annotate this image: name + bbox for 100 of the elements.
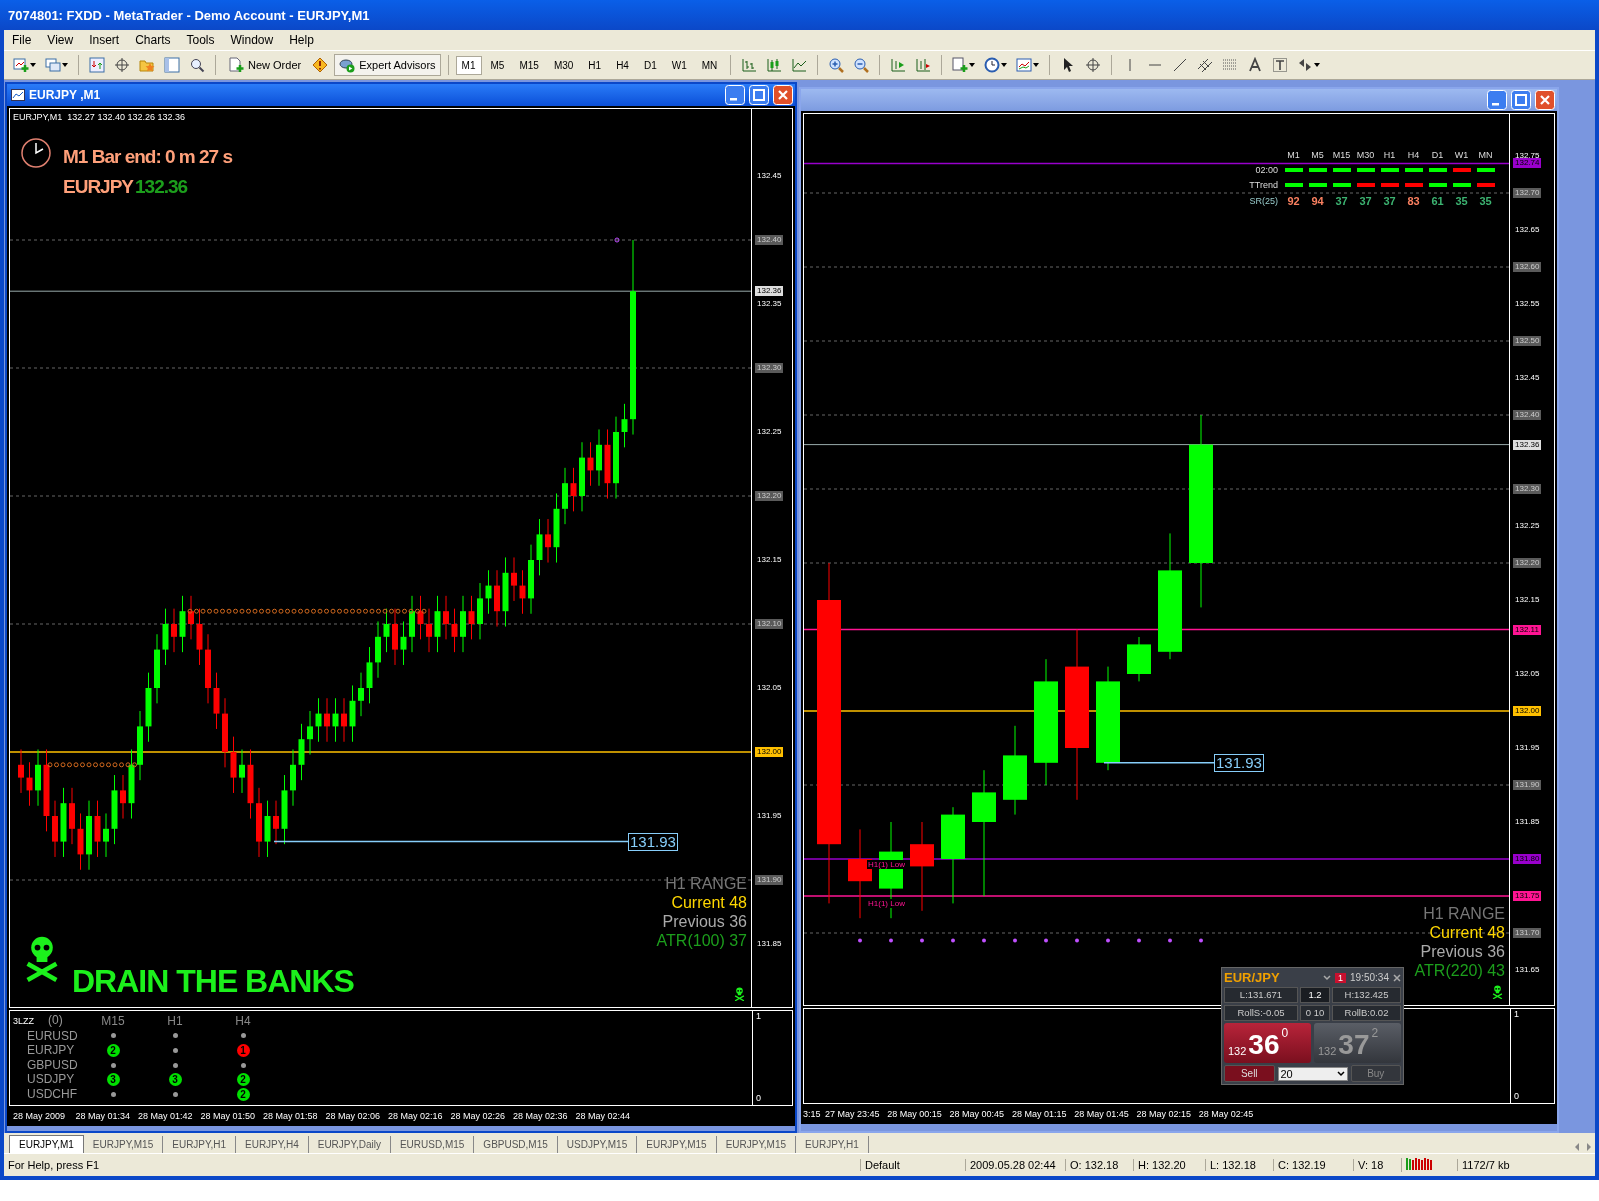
candle: [596, 428, 602, 487]
clock-icon[interactable]: [984, 57, 1001, 73]
bar-chart-icon[interactable]: [741, 57, 758, 73]
range-title: H1 RANGE: [1423, 904, 1505, 923]
time-label: 28 May 02:36: [513, 1111, 569, 1121]
price-label: 132.75: [1514, 151, 1541, 160]
price-label: 131.80: [1513, 854, 1542, 864]
minimize-button[interactable]: [1487, 90, 1507, 110]
signal-dot: [172, 1062, 178, 1068]
close-button[interactable]: [773, 85, 793, 105]
signal-dot: [172, 1091, 178, 1097]
candle: [621, 403, 628, 448]
high-price: H: 132.20: [1133, 1159, 1205, 1171]
folder-star-icon[interactable]: [139, 57, 155, 73]
candle: [290, 748, 296, 807]
candle: [205, 633, 211, 704]
panel-symbol: EUR/JPY: [1224, 970, 1281, 985]
price-label: 131.90: [1513, 780, 1542, 790]
zoom-out-icon[interactable]: [853, 57, 870, 73]
close-icon[interactable]: [1393, 973, 1401, 982]
high-price: H:132.425: [1332, 987, 1401, 1003]
menu-item[interactable]: Charts: [127, 33, 179, 47]
price-label: 132.55: [1514, 299, 1541, 309]
chart-tab[interactable]: EURJPY,M1: [9, 1135, 84, 1153]
candle: [375, 620, 381, 679]
label-icon[interactable]: [1272, 57, 1289, 73]
candle: [239, 748, 245, 794]
sell-button[interactable]: Sell: [1224, 1065, 1275, 1082]
chart-plus-icon[interactable]: [13, 57, 29, 73]
candle: [485, 569, 492, 615]
timeframe-button[interactable]: H4: [610, 55, 635, 75]
menu-item[interactable]: File: [4, 33, 40, 47]
candle: [111, 774, 118, 845]
timeframe-button[interactable]: MN: [695, 55, 724, 75]
minimize-button[interactable]: [725, 85, 745, 105]
candle: [451, 608, 458, 653]
candle: [570, 467, 577, 512]
crosshair-icon[interactable]: [114, 57, 130, 73]
low-price: L:131.671: [1224, 987, 1298, 1003]
candle: [52, 800, 58, 858]
menu-item[interactable]: Insert: [81, 33, 128, 47]
candle: [604, 428, 611, 500]
candle: [392, 608, 398, 666]
lot-size-select[interactable]: 20: [1277, 1066, 1348, 1081]
candle: [400, 620, 407, 666]
menu-item[interactable]: View: [39, 33, 82, 47]
crosshair-icon[interactable]: [1085, 57, 1102, 73]
arrows-icon[interactable]: [89, 57, 105, 73]
price-label: 132.05: [756, 683, 783, 693]
line-chart-icon[interactable]: [791, 57, 808, 73]
document-plus-icon: [228, 57, 244, 73]
channel-icon[interactable]: [1197, 57, 1214, 73]
candle: [60, 787, 67, 858]
symbol-name: EURUSD: [26, 1028, 79, 1044]
traffic: 1172/7 kb: [1457, 1159, 1595, 1171]
triangle-icon[interactable]: [1247, 57, 1264, 73]
candlestick-icon[interactable]: [766, 57, 783, 73]
price-label: 132.25: [756, 427, 783, 437]
maximize-button[interactable]: [749, 85, 769, 105]
timeframe-button[interactable]: H1: [582, 55, 608, 75]
timeframe-button[interactable]: M15: [513, 55, 545, 75]
menu-item[interactable]: Window: [222, 33, 282, 47]
maximize-button[interactable]: [1511, 90, 1531, 110]
magnifier-icon[interactable]: [189, 57, 205, 73]
indicator-count: (0): [48, 1013, 63, 1027]
connection-bars-icon: [1406, 1158, 1434, 1170]
caret-icon[interactable]: [1033, 63, 1040, 67]
chevron-icon[interactable]: [1323, 974, 1332, 981]
price-label: 131.75: [1513, 891, 1542, 901]
chart-shift-icon[interactable]: [890, 57, 907, 73]
autoscroll-icon[interactable]: [915, 57, 932, 73]
timeframe-button[interactable]: W1: [665, 55, 693, 75]
clock-icon: [20, 137, 52, 169]
trendline-icon[interactable]: [1172, 57, 1189, 73]
timeframe-button[interactable]: D1: [637, 55, 663, 75]
caret-icon[interactable]: [1001, 63, 1008, 67]
new-order-button[interactable]: New Order: [223, 54, 307, 76]
menu-item[interactable]: Help: [281, 33, 322, 47]
time-label: 28 May 01:45: [1074, 1109, 1130, 1119]
timeframe-button[interactable]: M1: [455, 55, 482, 75]
zoom-in-icon[interactable]: [828, 57, 845, 73]
caret-icon[interactable]: [1336, 1070, 1345, 1077]
menu-item[interactable]: Tools: [178, 33, 223, 47]
timeframe-button[interactable]: M5: [484, 55, 511, 75]
caret-icon[interactable]: [969, 63, 976, 67]
panel-time: 19:50:34: [1350, 972, 1389, 983]
price-label: 132.25: [1514, 521, 1541, 531]
caret-icon[interactable]: [30, 63, 36, 67]
range-previous: Previous 36: [1420, 942, 1505, 961]
close-button[interactable]: [1535, 90, 1555, 110]
symbol-name: USDJPY: [26, 1072, 76, 1087]
caret-icon[interactable]: [62, 63, 68, 67]
template-icon[interactable]: [1016, 57, 1033, 73]
expert-advisors-button[interactable]: Expert Advisors: [334, 54, 441, 76]
candle: [128, 748, 135, 820]
caret-icon[interactable]: [1314, 63, 1321, 67]
timeframe-button[interactable]: M30: [547, 55, 580, 75]
warning-diamond-icon[interactable]: [312, 57, 329, 73]
candle: [349, 684, 356, 743]
candle: [519, 569, 526, 615]
